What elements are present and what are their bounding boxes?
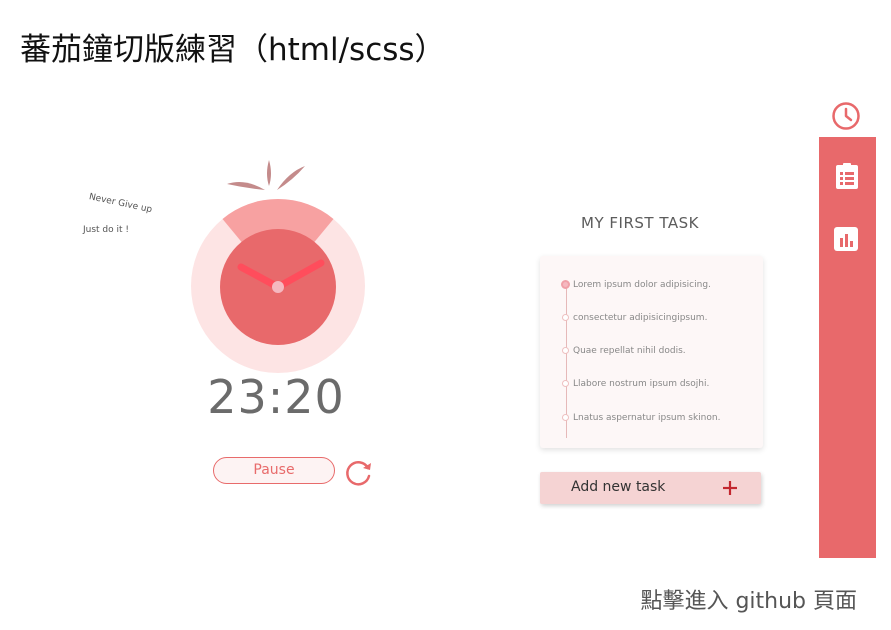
task-label: Lnatus aspernatur ipsum skinon.: [573, 413, 721, 423]
stem-icon: [267, 160, 271, 186]
task-dot-icon: [562, 314, 569, 321]
chart-icon[interactable]: [833, 226, 859, 252]
timer-display: 23:20: [207, 370, 345, 424]
task-dot-active-icon: [561, 280, 570, 289]
motto-never-give-up: Never Give up: [87, 192, 153, 216]
clock-icon[interactable]: [831, 101, 861, 131]
task-card: Lorem ipsum dolor adipisicing. consectet…: [540, 256, 763, 448]
reset-icon[interactable]: [343, 456, 375, 488]
clock-center-pin: [272, 281, 284, 293]
github-link[interactable]: 點擊進入 github 頁面: [640, 583, 857, 615]
pause-button[interactable]: Pause: [213, 457, 335, 484]
task-title: MY FIRST TASK: [581, 214, 699, 232]
add-task-label: Add new task: [571, 479, 666, 495]
tomato-timer-graphic: [191, 160, 365, 373]
task-label: Llabore nostrum ipsum dsojhi.: [573, 379, 710, 389]
list-icon[interactable]: [833, 162, 861, 190]
page-title: 蕃茄鐘切版練習（html/scss）: [20, 32, 446, 68]
task-label: consectetur adipisicingipsum.: [573, 313, 708, 323]
task-label: Lorem ipsum dolor adipisicing.: [573, 280, 711, 290]
plus-icon: [723, 481, 737, 495]
leaf-left-icon: [227, 182, 265, 190]
leaf-right-icon: [277, 166, 305, 190]
task-dot-icon: [562, 380, 569, 387]
task-dot-icon: [562, 347, 569, 354]
add-task-button[interactable]: Add new task: [540, 472, 761, 504]
task-dot-icon: [562, 414, 569, 421]
sidebar: [819, 137, 876, 558]
motto-just-do-it: Just do it !: [83, 225, 130, 235]
task-label: Quae repellat nihil dodis.: [573, 346, 686, 356]
